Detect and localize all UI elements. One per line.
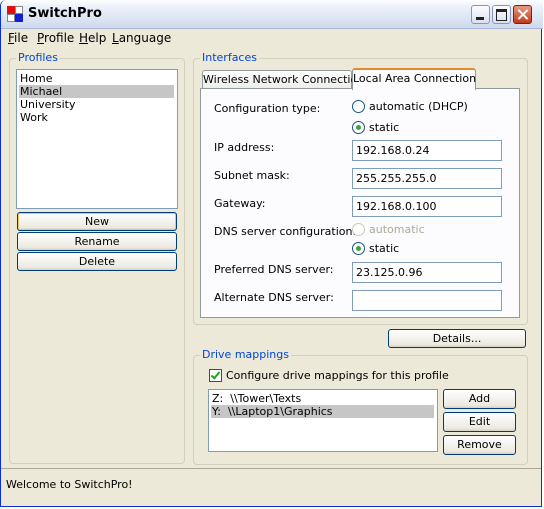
- dns-auto-label: automatic: [369, 223, 425, 236]
- config-type-label: Configuration type:: [214, 102, 321, 115]
- drive-mappings-group-label: Drive mappings: [200, 348, 291, 361]
- maximize-icon[interactable]: [492, 5, 511, 24]
- profile-item-michael[interactable]: Michael: [19, 85, 174, 98]
- profiles-group: Profiles Home Michael University Work Ne…: [9, 51, 185, 464]
- configure-drive-mappings-label[interactable]: Configure drive mappings for this profil…: [226, 369, 449, 382]
- drive-letter: Z:: [212, 392, 224, 405]
- config-auto-radio[interactable]: [352, 100, 365, 113]
- dns-static-label[interactable]: static: [369, 242, 399, 255]
- preferred-dns-label: Preferred DNS server:: [214, 263, 334, 276]
- rename-profile-button[interactable]: Rename: [17, 232, 177, 251]
- status-bar: Welcome to SwitchPro!: [1, 468, 541, 505]
- status-text: Welcome to SwitchPro!: [6, 478, 133, 491]
- menu-bar: File Profile Help Language: [1, 29, 541, 48]
- menu-language-accel: L: [112, 31, 119, 45]
- ip-address-field[interactable]: 192.168.0.24: [352, 140, 502, 161]
- drive-path: \\Laptop1\Graphics: [227, 405, 333, 418]
- subnet-mask-field[interactable]: 255.255.255.0: [352, 168, 502, 189]
- tab-wireless-network-connection[interactable]: Wireless Network Connection: [202, 70, 364, 90]
- drive-mappings-list[interactable]: Z: \\Tower\Texts Y: \\Laptop1\Graphics: [208, 389, 438, 452]
- remove-drive-button[interactable]: Remove: [443, 435, 516, 455]
- menu-file[interactable]: File: [8, 31, 28, 45]
- alternate-dns-label: Alternate DNS server:: [214, 291, 334, 304]
- menu-language-label: anguage: [118, 31, 172, 45]
- menu-profile-label: rofile: [44, 31, 75, 45]
- dns-config-label: DNS server configuration:: [214, 225, 357, 238]
- configure-drive-mappings-checkbox[interactable]: [209, 369, 222, 382]
- edit-drive-button[interactable]: Edit: [443, 412, 516, 432]
- interfaces-group-label: Interfaces: [200, 51, 259, 64]
- config-static-label[interactable]: static: [369, 121, 399, 134]
- close-icon[interactable]: [513, 5, 532, 24]
- menu-help[interactable]: Help: [79, 31, 106, 45]
- tab-panel-local-area-connection: Configuration type: automatic (DHCP) sta…: [200, 88, 520, 318]
- profiles-group-label: Profiles: [16, 51, 60, 64]
- menu-file-label: ile: [14, 31, 29, 45]
- menu-language[interactable]: Language: [112, 31, 171, 45]
- config-auto-label[interactable]: automatic (DHCP): [369, 100, 468, 113]
- tab-local-area-connection[interactable]: Local Area Connection: [352, 68, 476, 90]
- window-title: SwitchPro: [28, 6, 102, 21]
- new-profile-button[interactable]: New: [17, 212, 177, 231]
- add-drive-button[interactable]: Add: [443, 389, 516, 409]
- dns-auto-radio: [352, 223, 365, 236]
- menu-help-label: elp: [88, 31, 107, 45]
- dns-static-radio[interactable]: [352, 242, 365, 255]
- preferred-dns-field[interactable]: 23.125.0.96: [352, 262, 502, 283]
- subnet-mask-label: Subnet mask:: [214, 169, 290, 182]
- profile-item-university[interactable]: University: [19, 98, 174, 111]
- main-window: SwitchPro File Profile Help Language Pro…: [0, 0, 543, 507]
- profiles-list[interactable]: Home Michael University Work: [16, 69, 178, 209]
- config-static-radio[interactable]: [352, 121, 365, 134]
- alternate-dns-field[interactable]: [352, 290, 502, 311]
- drive-letter: Y:: [212, 405, 221, 418]
- profile-item-home[interactable]: Home: [19, 72, 174, 85]
- title-bar[interactable]: SwitchPro: [1, 0, 543, 29]
- drive-mappings-group: Drive mappings Configure drive mappings …: [193, 348, 528, 465]
- gateway-label: Gateway:: [214, 197, 266, 210]
- gateway-field[interactable]: 192.168.0.100: [352, 196, 502, 217]
- profile-item-work[interactable]: Work: [19, 111, 174, 124]
- app-icon: [7, 6, 23, 22]
- drive-mapping-item[interactable]: Y: \\Laptop1\Graphics: [211, 405, 434, 418]
- menu-profile[interactable]: Profile: [37, 31, 74, 45]
- minimize-icon[interactable]: [471, 5, 490, 24]
- menu-help-accel: H: [79, 31, 89, 45]
- details-button[interactable]: Details...: [388, 329, 526, 348]
- ip-address-label: IP address:: [214, 141, 275, 154]
- delete-profile-button[interactable]: Delete: [17, 252, 177, 271]
- drive-mapping-item[interactable]: Z: \\Tower\Texts: [211, 392, 434, 405]
- menu-profile-accel: P: [37, 31, 45, 45]
- drive-path: \\Tower\Texts: [230, 392, 302, 405]
